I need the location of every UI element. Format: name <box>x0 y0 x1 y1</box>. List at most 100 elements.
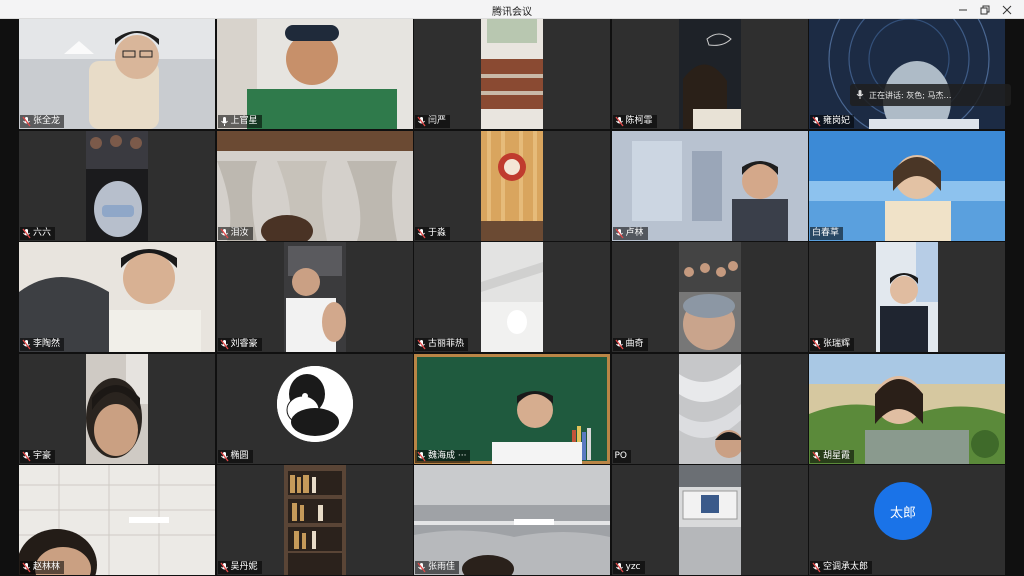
mic-muted-icon <box>812 339 821 350</box>
participant-tile[interactable]: 上官星 <box>216 19 413 129</box>
window-title: 腾讯会议 <box>492 7 532 18</box>
participant-nametag: 吴丹妮 <box>217 561 262 574</box>
mic-muted-icon <box>614 228 624 239</box>
participant-tile[interactable]: 张瑞辉 <box>809 242 1005 352</box>
participant-nametag: 胡星霞 <box>810 449 855 463</box>
participant-video <box>414 353 610 464</box>
mic-muted-icon <box>22 451 31 462</box>
minimize-icon[interactable] <box>952 0 974 19</box>
mic-muted-icon <box>219 228 229 239</box>
mic-muted-icon <box>219 562 229 573</box>
mic-muted-icon <box>219 339 229 350</box>
participant-video <box>216 19 413 129</box>
avatar-initial: 太郎 <box>874 482 932 540</box>
participant-video <box>678 465 741 575</box>
participant-nametag: 古丽菲热 <box>415 338 469 351</box>
participant-tile[interactable]: 吴丹妮 <box>216 465 413 575</box>
mic-muted-icon <box>22 116 31 127</box>
speaking-indicator-text: 正在讲话: 灰色; 马杰… <box>869 90 952 100</box>
participant-tile[interactable]: 曲奇 <box>611 242 808 352</box>
participant-video <box>19 242 215 352</box>
participant-tile[interactable]: 于淼 <box>414 130 610 241</box>
mic-muted-icon <box>614 116 624 127</box>
participant-nametag: 曲奇 <box>612 338 648 351</box>
mic-muted-icon <box>22 228 31 239</box>
participant-tile[interactable]: 雍岗妃 <box>809 19 1005 129</box>
participant-video <box>678 19 741 129</box>
participant-nametag: 闫严 <box>415 115 451 128</box>
mic-muted-icon <box>417 562 426 573</box>
participant-nametag: 椭圆 <box>217 449 253 463</box>
close-icon[interactable] <box>996 0 1018 19</box>
mic-active-icon <box>220 116 229 127</box>
participant-video <box>678 353 741 464</box>
participant-video <box>86 130 148 241</box>
participant-nametag: 空调承太郎 <box>810 561 873 574</box>
participant-video <box>283 242 346 352</box>
participant-nametag: yzc <box>612 561 645 574</box>
mic-muted-icon <box>812 451 821 462</box>
participant-video <box>611 130 808 241</box>
participant-tile[interactable]: 刘睿豪 <box>216 242 413 352</box>
mic-muted-icon <box>812 562 821 573</box>
participant-nametag: 卢林 <box>612 226 648 240</box>
participant-video <box>481 242 543 352</box>
participant-tile[interactable]: 卢林 <box>611 130 808 241</box>
participant-nametag: 白春草 <box>810 226 844 240</box>
mic-muted-icon <box>614 562 624 573</box>
participant-tile[interactable]: 张全龙 <box>19 19 215 129</box>
participant-nametag: 上官星 <box>217 115 262 128</box>
participant-video <box>481 19 543 129</box>
participant-tile[interactable]: 李陶然 <box>19 242 215 352</box>
participant-nametag: PO <box>612 449 632 463</box>
participant-nametag: 六六 <box>20 226 56 240</box>
mic-muted-icon <box>812 116 821 127</box>
microphone-icon <box>856 89 864 102</box>
title-bar: 腾讯会议 <box>0 0 1024 19</box>
participant-nametag: 于淼 <box>415 226 451 240</box>
participant-tile[interactable]: 闫严 <box>414 19 610 129</box>
participant-tile[interactable]: yzc <box>611 465 808 575</box>
participant-nametag: 魏海成 ··· <box>415 449 471 463</box>
restore-icon[interactable] <box>974 0 996 19</box>
participant-tile[interactable]: 陈柯霏 <box>611 19 808 129</box>
participant-tile[interactable]: 张雨佳 <box>414 465 610 575</box>
participant-tile[interactable]: 六六 <box>19 130 215 241</box>
mic-muted-icon <box>614 339 624 350</box>
participant-video <box>86 353 148 464</box>
participant-video <box>19 465 215 575</box>
participant-tile[interactable]: 太郎 空调承太郎 <box>809 465 1005 575</box>
participant-nametag: 陈柯霏 <box>612 115 657 128</box>
participant-tile[interactable]: 赵林林 <box>19 465 215 575</box>
participant-nametag: 宇豪 <box>20 449 56 463</box>
participant-tile[interactable]: PO <box>611 353 808 464</box>
mic-muted-icon <box>417 116 426 127</box>
participant-nametag: 张雨佳 <box>415 561 460 574</box>
mic-muted-icon <box>22 562 31 573</box>
participant-video <box>876 242 938 352</box>
mic-muted-icon <box>417 339 426 350</box>
participant-video <box>678 242 741 352</box>
mic-muted-icon <box>219 451 229 462</box>
participant-nametag: 李陶然 <box>20 338 65 351</box>
participant-video <box>809 19 1005 129</box>
participant-tile[interactable]: 胡星霞 <box>809 353 1005 464</box>
participant-video <box>19 19 215 129</box>
speaking-indicator: 正在讲话: 灰色; 马杰… <box>850 84 1011 106</box>
participant-nametag: 张瑞辉 <box>810 338 855 351</box>
window-controls <box>952 0 1018 19</box>
participant-tile[interactable]: 泪汝 <box>216 130 413 241</box>
participant-tile[interactable]: 魏海成 ··· <box>414 353 610 464</box>
participant-video <box>216 130 413 241</box>
participant-tile[interactable]: 白春草 <box>809 130 1005 241</box>
participant-nametag: 张全龙 <box>20 115 65 128</box>
participant-nametag: 雍岗妃 <box>810 115 855 128</box>
participant-tile[interactable]: 古丽菲热 <box>414 242 610 352</box>
mic-muted-icon <box>22 339 31 350</box>
avatar <box>276 365 353 442</box>
participant-tile[interactable]: 宇豪 <box>19 353 215 464</box>
participant-video <box>414 465 610 575</box>
participant-nametag: 赵林林 <box>20 561 65 574</box>
participant-nametag: 刘睿豪 <box>217 338 262 351</box>
participant-tile[interactable]: 椭圆 <box>216 353 413 464</box>
